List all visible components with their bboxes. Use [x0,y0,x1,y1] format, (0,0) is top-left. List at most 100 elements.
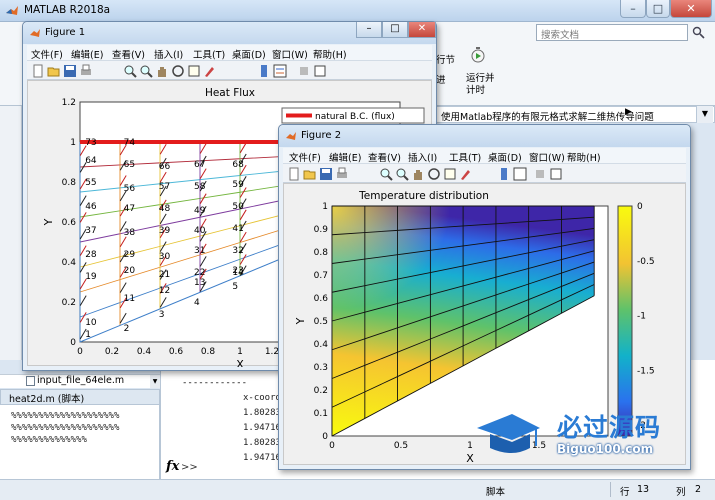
x-tick-label: 1 [237,347,243,357]
data-cursor-icon[interactable] [187,64,201,78]
save-icon[interactable] [319,167,333,181]
legend-icon[interactable] [513,167,527,181]
close-button[interactable]: ✕ [670,0,712,18]
node-label: 64 [85,156,97,166]
show-plot-tools-icon[interactable] [313,64,327,78]
command-output-line: 1.80283 [243,438,281,448]
colorbar [617,205,633,437]
new-figure-icon[interactable] [287,167,301,181]
node-label: 19 [85,272,97,282]
menu-insert[interactable]: 插入(I) [408,150,437,164]
node-label: 49 [194,206,206,216]
y-tick-label: 0.9 [314,225,329,235]
x-tick-label: 0.5 [394,441,408,451]
x-tick-label: 0.8 [201,347,216,357]
menu-view[interactable]: 查看(V) [368,150,401,164]
command-output-line: 1.94716 [243,423,281,433]
colorbar-icon[interactable] [257,64,271,78]
run-and-time-icon[interactable] [470,46,486,64]
close-button[interactable]: ✕ [408,22,436,38]
advance-label[interactable]: 进 [436,72,446,86]
watermark-logo [477,414,540,453]
menu-window[interactable]: 窗口(W) [272,47,308,61]
run-and-time-label-2[interactable]: 计时 [466,82,485,96]
scroll-arrow[interactable]: ▼ [150,375,160,388]
legend-icon[interactable] [273,64,287,78]
data-cursor-icon[interactable] [443,167,457,181]
new-figure-icon[interactable] [31,64,45,78]
menu-file[interactable]: 文件(F) [31,47,63,61]
minimize-button[interactable]: – [356,22,382,38]
node-label: 20 [124,266,136,276]
node-label: 40 [194,226,206,236]
search-input[interactable]: 搜索文档 [536,24,688,41]
menu-window[interactable]: 窗口(W) [529,150,565,164]
y-tick-label: 0 [70,338,76,348]
node-label: 2 [124,324,130,334]
command-output-line: 1.80283 [243,408,281,418]
menu-desktop[interactable]: 桌面(D) [488,150,522,164]
node-label: 57 [159,182,170,192]
minimize-button[interactable]: – [620,0,646,18]
y-tick-label: 0.6 [314,294,329,304]
menu-view[interactable]: 查看(V) [112,47,145,61]
x-tick-label: 0.6 [169,347,184,357]
zoom-in-icon[interactable] [379,167,393,181]
editor-line: %%%%%%%%%%%%%%%%%%%% [11,411,120,421]
node-label: 14 [232,268,244,278]
menu-tools[interactable]: 工具(T) [449,150,481,164]
menu-tools[interactable]: 工具(T) [193,47,225,61]
hide-plot-tools-icon[interactable] [533,167,547,181]
node-label: 74 [124,138,136,148]
node-label: 55 [85,178,96,188]
command-output-separator: ------------ [182,378,248,388]
show-plot-tools-icon[interactable] [549,167,563,181]
zoom-in-icon[interactable] [123,64,137,78]
colorbar-icon[interactable] [497,167,511,181]
status-divider [610,482,611,497]
status-row-value: 13 [637,484,650,495]
rotate-icon[interactable] [171,64,185,78]
y-tick-label: 0.4 [314,340,329,350]
menu-insert[interactable]: 插入(I) [154,47,183,61]
brush-icon[interactable] [203,64,217,78]
search-icon[interactable] [692,26,705,39]
colorbar-tick-label: -1.5 [637,366,655,376]
function-browser-icon[interactable]: fx [166,459,179,474]
y-tick-label: 0.8 [314,248,329,258]
chevron-down-icon[interactable]: ▼ [696,106,713,123]
node-label: 46 [85,202,97,212]
colorbar-tick-label: -1 [637,312,646,322]
node-label: 47 [124,204,135,214]
zoom-out-icon[interactable] [139,64,153,78]
file-name[interactable]: input_file_64ele.m [37,375,124,386]
save-icon[interactable] [63,64,77,78]
zoom-out-icon[interactable] [395,167,409,181]
node-label: 11 [124,294,135,304]
open-file-icon[interactable] [303,167,317,181]
brush-icon[interactable] [459,167,473,181]
menu-help[interactable]: 帮助(H) [313,47,347,61]
pan-icon[interactable] [155,64,169,78]
menu-edit[interactable]: 编辑(E) [329,150,361,164]
print-icon[interactable] [79,64,93,78]
address-bar[interactable]: 使用Matlab程序的有限元格式求解二维热传导问题 [434,106,715,123]
rotate-icon[interactable] [427,167,441,181]
node-label: 41 [232,224,243,234]
menu-edit[interactable]: 编辑(E) [71,47,103,61]
node-label: 59 [232,180,244,190]
hide-plot-tools-icon[interactable] [297,64,311,78]
menu-file[interactable]: 文件(F) [289,150,321,164]
maximize-button[interactable]: □ [646,0,670,18]
run-section-label[interactable]: 行节 [436,52,455,66]
y-axis-label: Y [294,317,307,325]
maximize-button[interactable]: □ [382,22,408,38]
watermark-subtitle: Biguo100.com [557,442,654,456]
open-file-icon[interactable] [47,64,61,78]
y-tick-label: 1.2 [62,98,76,108]
menu-help[interactable]: 帮助(H) [567,150,601,164]
pan-icon[interactable] [411,167,425,181]
command-prompt[interactable]: >> [181,462,198,473]
print-icon[interactable] [335,167,349,181]
menu-desktop[interactable]: 桌面(D) [232,47,266,61]
